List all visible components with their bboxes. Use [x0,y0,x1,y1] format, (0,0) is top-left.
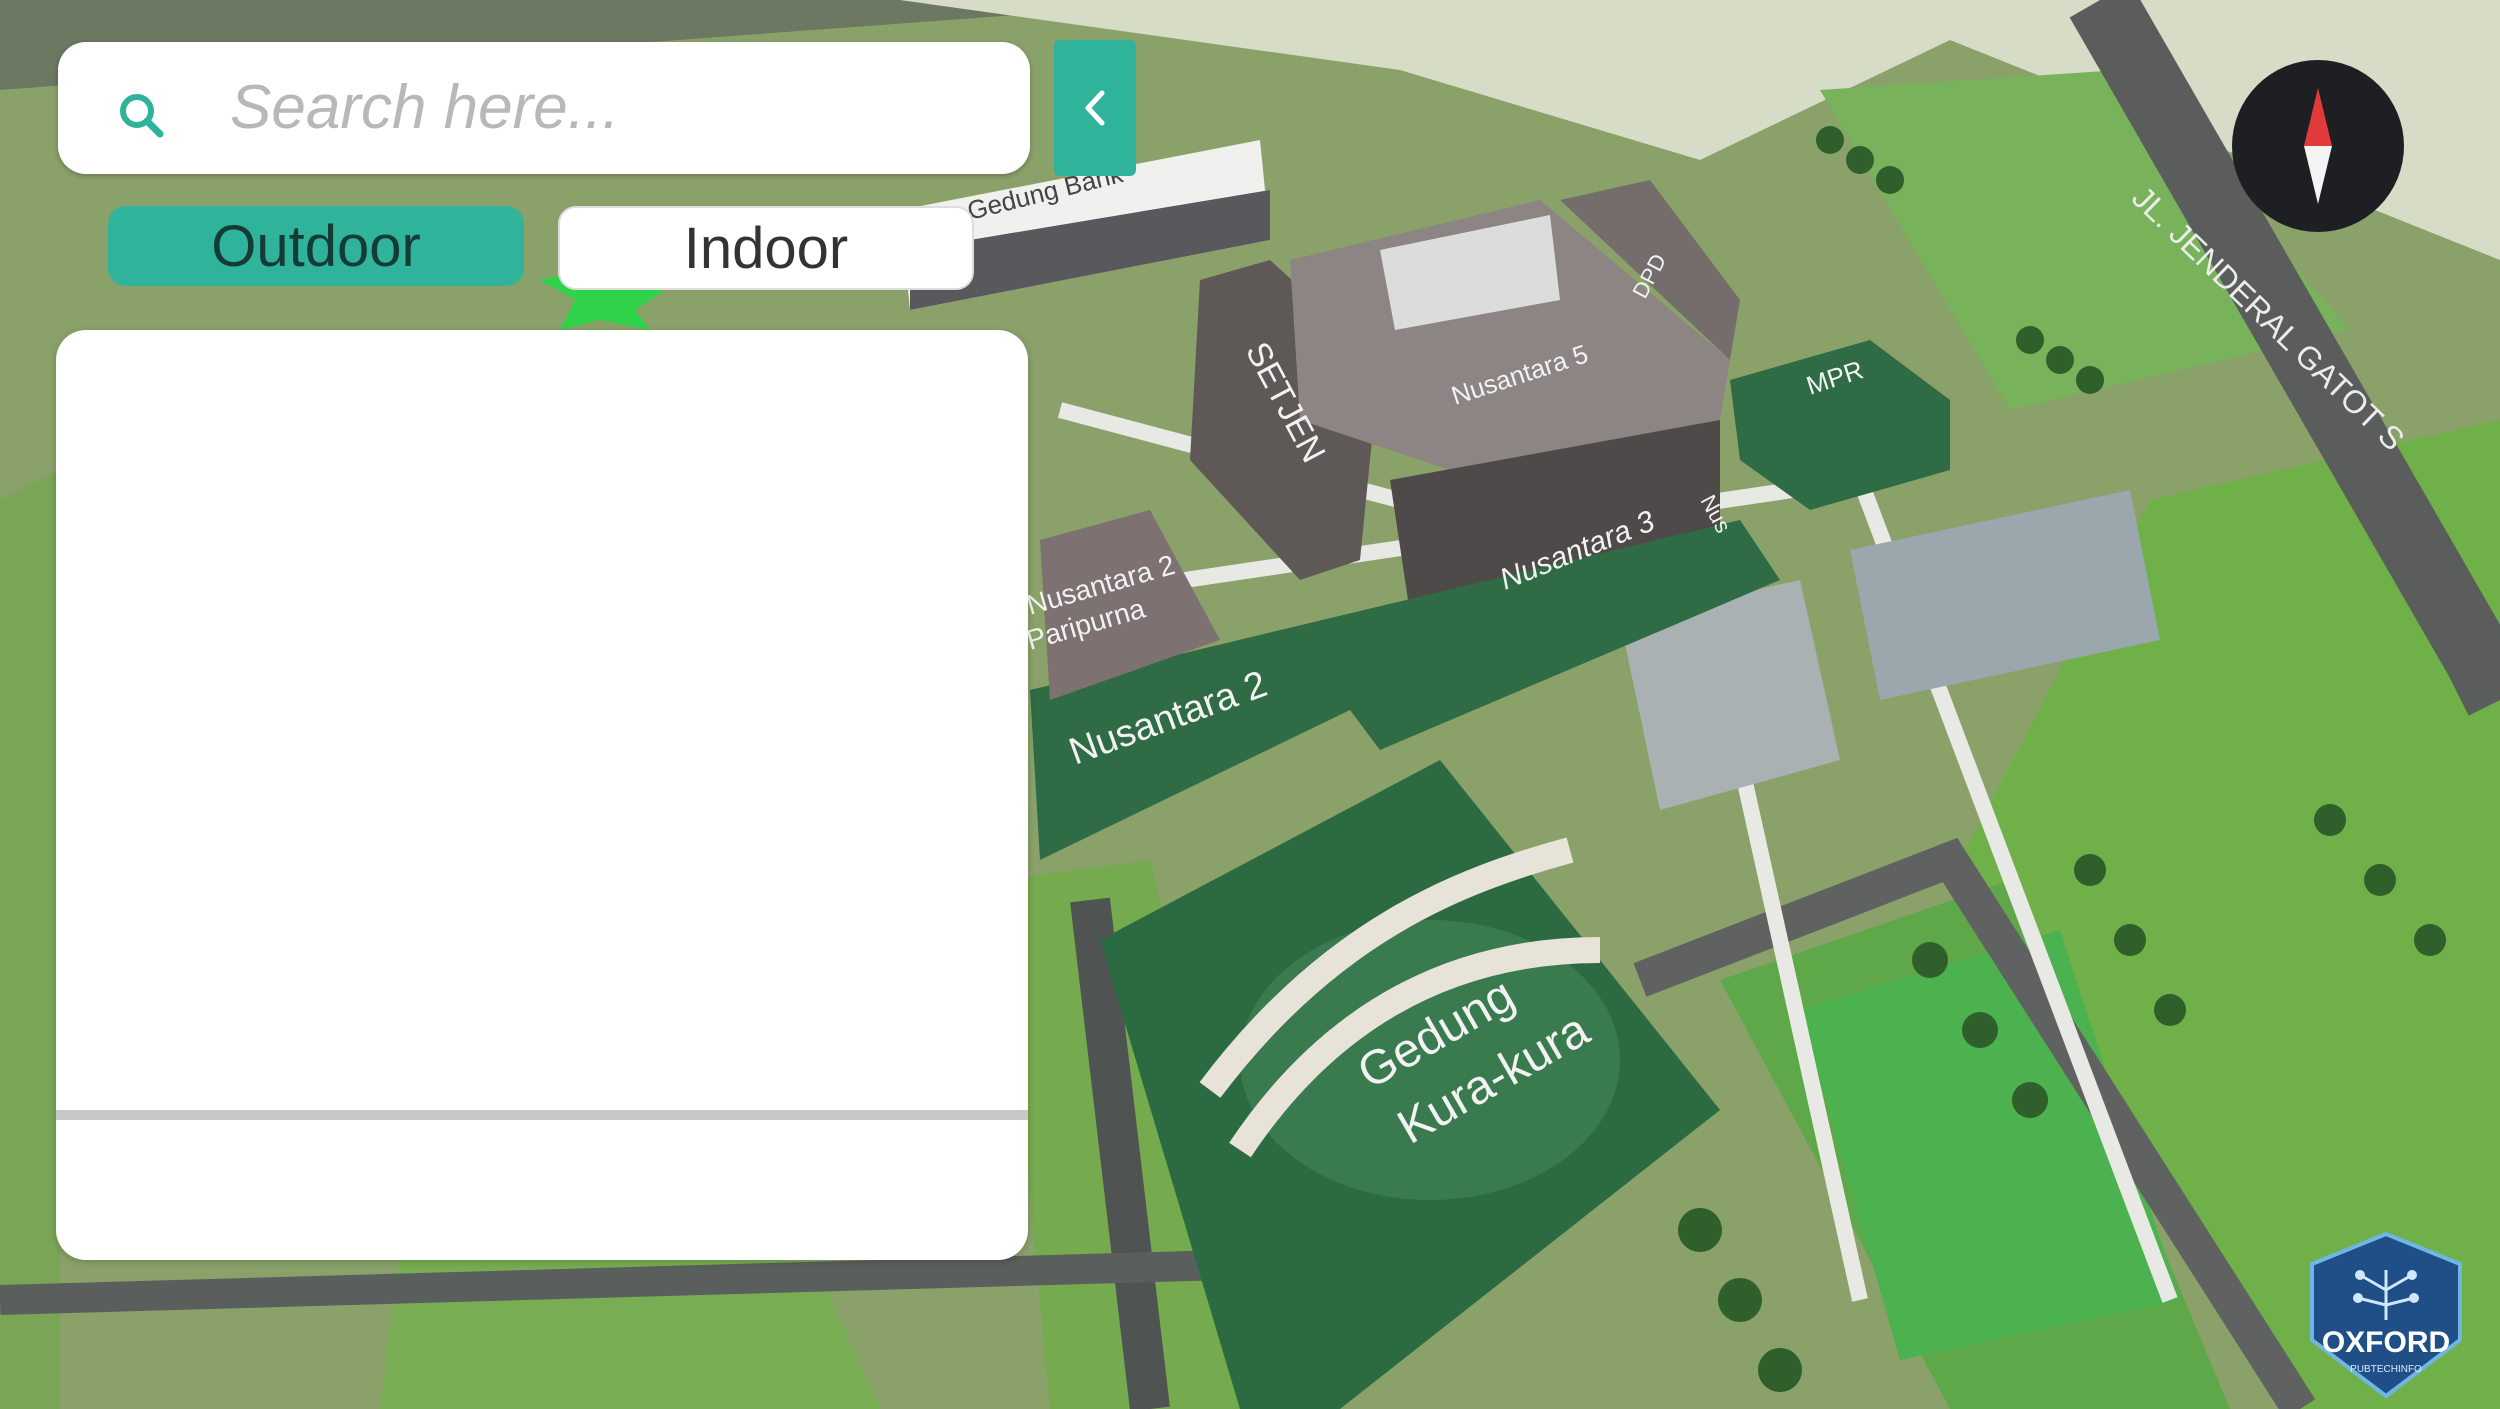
tab-indoor[interactable]: Indoor [558,206,974,290]
compass-button[interactable] [2232,60,2404,232]
chevron-left-icon [1085,90,1105,126]
logo-tagline: PUBTECHINFO [2350,1364,2422,1375]
search-input[interactable]: Search here... [230,72,619,144]
results-panel [56,330,1028,1260]
logo-name: OXFORD [2322,1326,2450,1359]
collapse-panel-button[interactable] [1054,40,1136,176]
compass-needle-icon [2304,88,2332,204]
oxford-logo: OXFORD PUBTECHINFO [2310,1231,2462,1399]
tab-outdoor[interactable]: Outdoor [108,206,524,286]
panel-divider [56,1110,1028,1120]
search-bar[interactable]: Search here... [58,42,1030,174]
search-icon [120,94,164,138]
